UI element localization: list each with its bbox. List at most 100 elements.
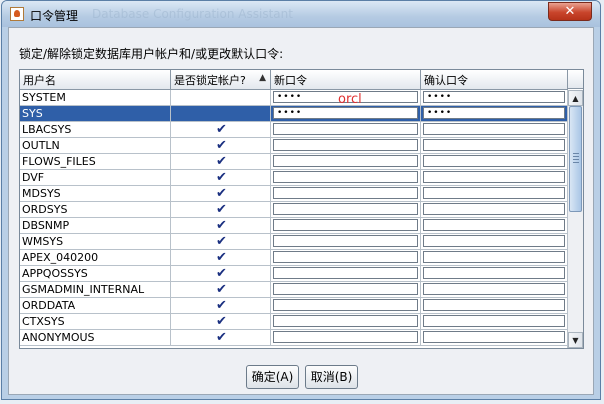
close-button[interactable]: ✕ — [548, 2, 592, 21]
confirm-password-field[interactable] — [423, 155, 565, 167]
locked-checkbox-cell[interactable]: ✔ — [171, 138, 271, 153]
table-row[interactable]: SYS •••• •••• — [20, 106, 568, 122]
table-row[interactable]: DVF ✔ — [20, 170, 568, 186]
locked-checkbox-cell[interactable]: ✔ — [171, 154, 271, 169]
ok-button[interactable]: 确定(A) — [246, 365, 299, 389]
new-password-field[interactable] — [273, 299, 418, 311]
locked-checkbox-cell[interactable]: ✔ — [171, 282, 271, 297]
header-label: 用户名 — [23, 74, 56, 87]
table-row[interactable]: OUTLN ✔ — [20, 138, 568, 154]
table-row[interactable]: APEX_040200 ✔ — [20, 250, 568, 266]
new-password-cell — [271, 138, 421, 153]
confirm-password-field[interactable]: •••• — [423, 107, 565, 119]
new-password-field[interactable] — [273, 315, 418, 327]
sort-ascending-icon: ▲ — [259, 73, 266, 83]
confirm-password-field[interactable] — [423, 315, 565, 327]
new-password-field[interactable] — [273, 155, 418, 167]
checkmark-icon: ✔ — [216, 266, 227, 281]
confirm-password-field[interactable] — [423, 123, 565, 135]
confirm-password-field[interactable] — [423, 235, 565, 247]
confirm-password-cell — [421, 138, 568, 153]
locked-checkbox-cell[interactable]: ✔ — [171, 266, 271, 281]
locked-checkbox-cell[interactable]: ✔ — [171, 122, 271, 137]
table-row[interactable]: GSMADMIN_INTERNAL ✔ — [20, 282, 568, 298]
new-password-field[interactable] — [273, 203, 418, 215]
confirm-password-field[interactable] — [423, 331, 565, 343]
table-header: 用户名 是否锁定帐户? ▲ 新口令 确认口令 — [20, 70, 568, 90]
new-password-field[interactable]: •••• — [273, 107, 418, 119]
confirm-password-field[interactable] — [423, 171, 565, 183]
table-row[interactable]: MDSYS ✔ — [20, 186, 568, 202]
table-row[interactable]: ORDDATA ✔ — [20, 298, 568, 314]
table-row[interactable]: DBSNMP ✔ — [20, 218, 568, 234]
new-password-field[interactable] — [273, 235, 418, 247]
locked-checkbox-cell[interactable]: ✔ — [171, 234, 271, 249]
checkmark-icon: ✔ — [216, 298, 227, 313]
cancel-button[interactable]: 取消(B) — [305, 365, 358, 389]
new-password-field[interactable] — [273, 267, 418, 279]
column-header-confirm-password[interactable]: 确认口令 — [421, 70, 568, 89]
table-row[interactable]: WMSYS ✔ — [20, 234, 568, 250]
locked-checkbox-cell[interactable] — [171, 90, 271, 105]
confirm-password-field[interactable] — [423, 219, 565, 231]
confirm-password-field[interactable] — [423, 251, 565, 263]
locked-checkbox-cell[interactable] — [171, 106, 271, 121]
confirm-password-cell — [421, 298, 568, 313]
new-password-cell — [271, 266, 421, 281]
new-password-field[interactable] — [273, 283, 418, 295]
locked-checkbox-cell[interactable]: ✔ — [171, 202, 271, 217]
checkmark-icon: ✔ — [216, 170, 227, 185]
confirm-password-field[interactable] — [423, 299, 565, 311]
username-cell: ORDDATA — [20, 298, 171, 313]
header-label: 是否锁定帐户? — [174, 74, 246, 87]
scroll-up-arrow-icon[interactable]: ▲ — [568, 90, 583, 106]
locked-checkbox-cell[interactable]: ✔ — [171, 170, 271, 185]
table-row[interactable]: FLOWS_FILES ✔ — [20, 154, 568, 170]
confirm-password-field[interactable] — [423, 267, 565, 279]
locked-checkbox-cell[interactable]: ✔ — [171, 314, 271, 329]
table-row[interactable]: SYSTEM •••• •••• — [20, 90, 568, 106]
table-row[interactable]: LBACSYS ✔ — [20, 122, 568, 138]
locked-checkbox-cell[interactable]: ✔ — [171, 218, 271, 233]
new-password-field[interactable] — [273, 139, 418, 151]
new-password-field[interactable] — [273, 187, 418, 199]
checkmark-icon: ✔ — [216, 250, 227, 265]
column-header-new-password[interactable]: 新口令 — [271, 70, 421, 89]
username-cell: LBACSYS — [20, 122, 171, 137]
confirm-password-field[interactable] — [423, 283, 565, 295]
confirm-password-field[interactable] — [423, 187, 565, 199]
new-password-field[interactable] — [273, 123, 418, 135]
locked-checkbox-cell[interactable]: ✔ — [171, 330, 271, 345]
username-cell: DVF — [20, 170, 171, 185]
confirm-password-cell — [421, 170, 568, 185]
column-header-locked[interactable]: 是否锁定帐户? ▲ — [171, 70, 271, 89]
header-label: 确认口令 — [424, 74, 468, 87]
confirm-password-field[interactable]: •••• — [423, 91, 565, 103]
scroll-down-arrow-icon[interactable]: ▼ — [568, 332, 583, 348]
new-password-field[interactable] — [273, 219, 418, 231]
table-row[interactable]: CTXSYS ✔ — [20, 314, 568, 330]
locked-checkbox-cell[interactable]: ✔ — [171, 298, 271, 313]
vertical-scrollbar[interactable]: ▲ ▼ — [567, 90, 583, 348]
new-password-field[interactable] — [273, 331, 418, 343]
column-header-username[interactable]: 用户名 — [20, 70, 171, 89]
header-label: 新口令 — [274, 74, 307, 87]
confirm-password-cell — [421, 282, 568, 297]
confirm-password-cell — [421, 218, 568, 233]
scrollbar-thumb[interactable] — [569, 106, 582, 212]
instruction-label: 锁定/解除锁定数据库用户帐户和/或更改默认口令: — [19, 47, 284, 61]
confirm-password-cell — [421, 314, 568, 329]
table-row[interactable]: ORDSYS ✔ — [20, 202, 568, 218]
locked-checkbox-cell[interactable]: ✔ — [171, 186, 271, 201]
new-password-cell — [271, 250, 421, 265]
new-password-cell — [271, 122, 421, 137]
locked-checkbox-cell[interactable]: ✔ — [171, 250, 271, 265]
new-password-field[interactable] — [273, 171, 418, 183]
confirm-password-field[interactable] — [423, 139, 565, 151]
table-row[interactable]: APPQOSSYS ✔ — [20, 266, 568, 282]
title-bar[interactable]: 口令管理 Database Configuration Assistant ✕ — [2, 1, 600, 27]
dialog-content: 锁定/解除锁定数据库用户帐户和/或更改默认口令: 用户名 是否锁定帐户? ▲ 新口… — [8, 27, 594, 395]
table-row[interactable]: ANONYMOUS ✔ — [20, 330, 568, 346]
confirm-password-field[interactable] — [423, 203, 565, 215]
new-password-field[interactable] — [273, 251, 418, 263]
